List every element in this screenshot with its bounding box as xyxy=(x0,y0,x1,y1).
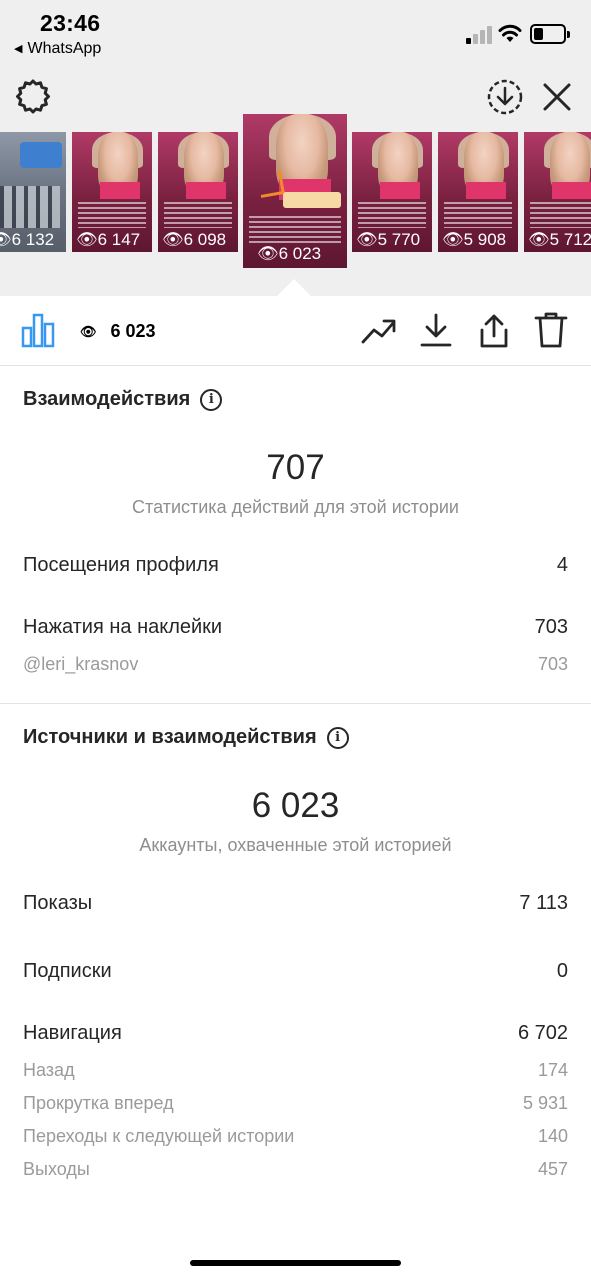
follows-value: 0 xyxy=(556,960,568,982)
story-views: 👁︎6 023 xyxy=(257,244,322,263)
story-thumbnail[interactable]: 👁︎5 712 xyxy=(524,132,591,252)
follows-label: Подписки xyxy=(23,960,112,982)
sticker-taps-value: 703 xyxy=(534,616,568,638)
section-divider xyxy=(0,703,591,704)
story-thumbnail[interactable]: 👁︎6 147 xyxy=(72,132,152,252)
story-thumbnail-active[interactable]: 👁︎6 023 xyxy=(243,114,347,268)
profile-visits-value: 4 xyxy=(556,554,568,576)
story-caption xyxy=(78,201,146,228)
navigation-label: Навигация xyxy=(23,1022,122,1044)
story-caption xyxy=(164,201,232,228)
mention-value: 703 xyxy=(537,654,568,674)
mention-sticker xyxy=(283,192,341,208)
story-thumbnails-strip: 👁︎6 132 👁︎6 147 👁︎6 098 👁︎6 023 👁︎5 770 xyxy=(0,112,591,272)
story-views: 👁︎6 147 xyxy=(76,230,141,249)
back-triangle-icon: ◀ xyxy=(14,43,23,55)
reach-subtitle: Аккаунты, охваченные этой историей xyxy=(139,835,452,855)
story-caption xyxy=(249,215,341,244)
back-value: 174 xyxy=(537,1060,568,1080)
eye-icon: 👁︎ xyxy=(80,324,97,339)
next-story-value: 140 xyxy=(537,1126,568,1146)
story-thumbnail[interactable]: 👁︎5 908 xyxy=(438,132,518,252)
impressions-label: Показы xyxy=(23,892,93,914)
eye-icon: 👁︎ xyxy=(76,230,98,249)
impressions-value: 7 113 xyxy=(519,892,568,914)
story-views: 👁︎5 770 xyxy=(356,230,421,249)
eye-icon: 👁︎ xyxy=(528,230,550,249)
story-header-area: 23:46 ◀ WhatsApp 👁︎6 132 👁︎6 147 👁︎6 098… xyxy=(0,0,591,296)
story-sticker xyxy=(20,142,62,168)
save-story-icon[interactable] xyxy=(486,78,524,116)
story-views: 👁︎6 132 xyxy=(0,230,54,250)
status-time: 23:46 xyxy=(40,10,101,36)
story-thumbnail[interactable]: 👁︎6 098 xyxy=(158,132,238,252)
navigation-value: 6 702 xyxy=(517,1022,568,1044)
story-thumbnail[interactable]: 👁︎6 132 xyxy=(0,132,66,252)
sticker-taps-label: Нажатия на наклейки xyxy=(23,616,223,638)
reach-total: 6 023 xyxy=(251,786,340,825)
eye-icon: 👁︎ xyxy=(257,244,279,263)
eye-icon: 👁︎ xyxy=(0,230,12,249)
download-icon[interactable] xyxy=(418,312,454,348)
story-views: 👁︎6 098 xyxy=(162,230,227,249)
info-icon[interactable]: i xyxy=(326,727,349,749)
eye-icon: 👁︎ xyxy=(442,230,464,249)
promote-trend-icon[interactable] xyxy=(360,314,398,348)
story-views: 👁︎5 908 xyxy=(442,230,507,249)
status-bar: 23:46 ◀ WhatsApp xyxy=(0,0,591,64)
insights-bar-chart-icon[interactable] xyxy=(20,312,56,348)
exits-value: 457 xyxy=(537,1159,568,1179)
story-image-shelves xyxy=(0,186,60,228)
story-caption xyxy=(530,201,591,228)
story-views: 👁︎5 712 xyxy=(528,230,591,249)
arrow-sticker-icon xyxy=(257,170,285,198)
battery-icon xyxy=(530,24,570,44)
share-icon[interactable] xyxy=(476,312,512,350)
back-label: Назад xyxy=(23,1060,75,1080)
info-icon[interactable]: i xyxy=(200,389,223,411)
cellular-signal-icon xyxy=(466,26,494,44)
home-indicator[interactable] xyxy=(190,1260,401,1266)
wifi-icon xyxy=(498,24,522,42)
exits-label: Выходы xyxy=(23,1159,90,1179)
eye-icon: 👁︎ xyxy=(356,230,378,249)
back-to-app-link[interactable]: ◀ WhatsApp xyxy=(14,40,101,58)
back-app-label: WhatsApp xyxy=(27,40,102,57)
interactions-subtitle: Статистика действий для этой истории xyxy=(132,497,459,517)
eye-icon: 👁︎ xyxy=(162,230,184,249)
forward-label: Прокрутка вперед xyxy=(23,1093,174,1113)
delete-trash-icon[interactable] xyxy=(533,311,569,349)
next-story-label: Переходы к следующей истории xyxy=(23,1126,295,1146)
interactions-total: 707 xyxy=(266,448,325,487)
story-toolbar: 👁︎ 6 023 xyxy=(0,296,591,366)
story-caption xyxy=(358,201,426,228)
mention-label: @leri_krasnov xyxy=(23,654,139,674)
settings-gear-icon[interactable] xyxy=(14,78,52,116)
discovery-section-title: Источники и взаимодействия i xyxy=(23,726,349,751)
forward-value: 5 931 xyxy=(522,1093,568,1113)
story-caption xyxy=(444,201,512,228)
close-icon[interactable] xyxy=(542,82,572,112)
profile-visits-label: Посещения профиля xyxy=(23,554,219,576)
story-thumbnail[interactable]: 👁︎5 770 xyxy=(352,132,432,252)
story-views-count: 👁︎ 6 023 xyxy=(80,321,156,342)
interactions-section-title: Взаимодействия i xyxy=(23,388,223,413)
views-count-value: 6 023 xyxy=(110,321,156,341)
